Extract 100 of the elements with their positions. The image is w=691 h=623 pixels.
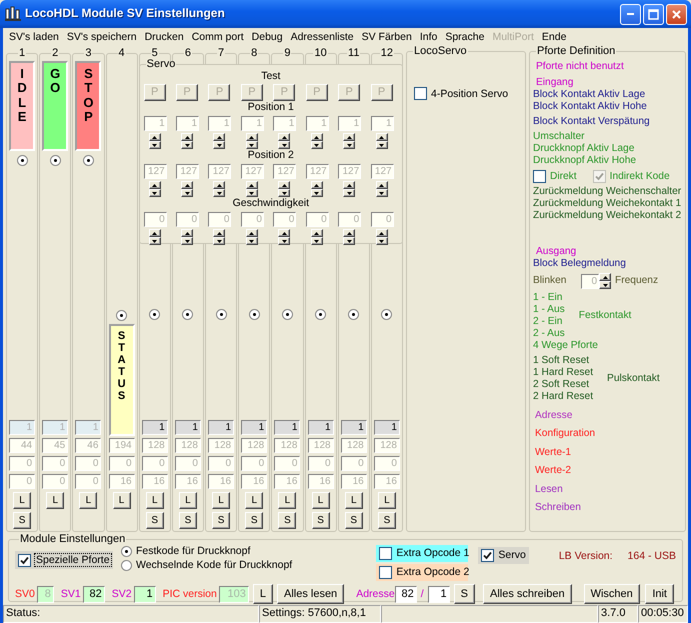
radio-button[interactable]: [50, 155, 61, 166]
value-field[interactable]: 0: [42, 474, 68, 489]
radio-button[interactable]: [149, 309, 160, 320]
radio-button[interactable]: [82, 155, 94, 166]
value-field[interactable]: 82: [82, 586, 105, 602]
checkbox[interactable]: [481, 549, 494, 562]
load-button[interactable]: L: [378, 492, 396, 509]
menu-item[interactable]: Debug: [248, 28, 287, 46]
value-field[interactable]: 0: [9, 456, 36, 471]
save-button[interactable]: S: [212, 512, 230, 529]
value-field[interactable]: 44: [9, 438, 36, 453]
value-field[interactable]: 82: [394, 586, 417, 602]
value-field[interactable]: 1: [142, 420, 168, 435]
value-field[interactable]: 1: [308, 420, 334, 435]
spin-down-button[interactable]: [278, 141, 290, 149]
spin-down-button[interactable]: [181, 237, 194, 245]
spin-down-button[interactable]: [310, 237, 323, 245]
save-button[interactable]: S: [13, 512, 32, 529]
spin-up-button[interactable]: [278, 181, 290, 189]
spin-up-button[interactable]: [599, 273, 611, 281]
value-field[interactable]: 0: [42, 456, 68, 471]
spin-down-button[interactable]: [246, 141, 258, 149]
value-field[interactable]: 0: [208, 456, 234, 471]
menu-item[interactable]: Comm port: [188, 28, 248, 46]
save-button[interactable]: S: [278, 512, 296, 529]
value-field[interactable]: 0: [340, 456, 367, 471]
value-field[interactable]: 0: [142, 456, 168, 471]
spin-down-button[interactable]: [213, 189, 226, 197]
spin-down-button[interactable]: [599, 281, 611, 289]
radio-button[interactable]: [348, 309, 360, 320]
radio-button[interactable]: [282, 309, 293, 320]
value-field[interactable]: 1: [174, 420, 201, 435]
maximize-button[interactable]: [643, 4, 664, 24]
value-field[interactable]: 45: [42, 438, 68, 453]
save-button[interactable]: S: [312, 512, 330, 529]
spin-down-button[interactable]: [376, 237, 388, 245]
spin-up-button[interactable]: [181, 133, 194, 141]
menu-item[interactable]: Drucken: [140, 28, 188, 46]
menu-item[interactable]: SV Färben: [358, 28, 416, 46]
load-button[interactable]: L: [312, 492, 330, 509]
spin-down-button[interactable]: [376, 189, 388, 197]
spin-up-button[interactable]: [213, 133, 226, 141]
spin-up-button[interactable]: [376, 181, 388, 189]
menu-item[interactable]: Info: [416, 28, 442, 46]
value-field[interactable]: 1: [241, 420, 268, 435]
spin-up-button[interactable]: [376, 133, 388, 141]
spin-up-button[interactable]: [278, 133, 290, 141]
value-field[interactable]: 128: [174, 438, 201, 453]
close-button[interactable]: [666, 4, 687, 24]
checkbox[interactable]: [18, 554, 31, 567]
spin-up-button[interactable]: [310, 181, 323, 189]
value-field[interactable]: 128: [308, 438, 334, 453]
value-field[interactable]: 128: [374, 438, 400, 453]
menu-item[interactable]: Adressenliste: [286, 28, 358, 46]
value-field[interactable]: 128: [340, 438, 367, 453]
radio-button[interactable]: [121, 560, 132, 571]
load-button[interactable]: L: [212, 492, 230, 509]
spin-up-button[interactable]: [148, 229, 161, 237]
spin-up-button[interactable]: [310, 133, 323, 141]
value-field[interactable]: 0: [174, 456, 201, 471]
radio-button[interactable]: [381, 309, 392, 320]
spin-down-button[interactable]: [376, 141, 388, 149]
spin-up-button[interactable]: [343, 133, 356, 141]
value-field[interactable]: 16: [374, 474, 400, 489]
spin-down-button[interactable]: [213, 141, 226, 149]
radio-button[interactable]: [248, 309, 260, 320]
spin-up-button[interactable]: [148, 133, 161, 141]
load-button[interactable]: L: [252, 584, 273, 604]
spin-down-button[interactable]: [181, 189, 194, 197]
value-field[interactable]: 128: [208, 438, 234, 453]
value-field[interactable]: 1: [208, 420, 234, 435]
spin-down-button[interactable]: [278, 237, 290, 245]
spin-up-button[interactable]: [181, 181, 194, 189]
spin-up-button[interactable]: [213, 181, 226, 189]
value-field[interactable]: 1: [274, 420, 300, 435]
spin-down-button[interactable]: [181, 141, 194, 149]
menu-item[interactable]: Ende: [538, 28, 570, 46]
value-field[interactable]: 16: [108, 474, 135, 489]
write-all-button[interactable]: Alles schreiben: [482, 584, 572, 604]
load-button[interactable]: L: [79, 492, 98, 509]
spin-down-button[interactable]: [278, 189, 290, 197]
value-field[interactable]: 0: [374, 456, 400, 471]
spin-up-button[interactable]: [181, 229, 194, 237]
spin-up-button[interactable]: [246, 229, 258, 237]
value-field[interactable]: 0: [308, 456, 334, 471]
value-field[interactable]: 1: [428, 586, 450, 602]
load-button[interactable]: L: [146, 492, 164, 509]
save-button[interactable]: S: [146, 512, 164, 529]
init-button[interactable]: Init: [645, 584, 674, 604]
checkbox[interactable]: [379, 566, 392, 579]
spin-up-button[interactable]: [246, 181, 258, 189]
value-field[interactable]: 1: [340, 420, 367, 435]
radio-button[interactable]: [16, 155, 28, 166]
load-button[interactable]: L: [46, 492, 64, 509]
spin-up-button[interactable]: [246, 133, 258, 141]
menu-item[interactable]: SV's laden: [5, 28, 63, 46]
radio-button[interactable]: [121, 546, 132, 557]
value-field[interactable]: 128: [274, 438, 300, 453]
load-button[interactable]: L: [178, 492, 197, 509]
value-field[interactable]: 0: [75, 456, 102, 471]
